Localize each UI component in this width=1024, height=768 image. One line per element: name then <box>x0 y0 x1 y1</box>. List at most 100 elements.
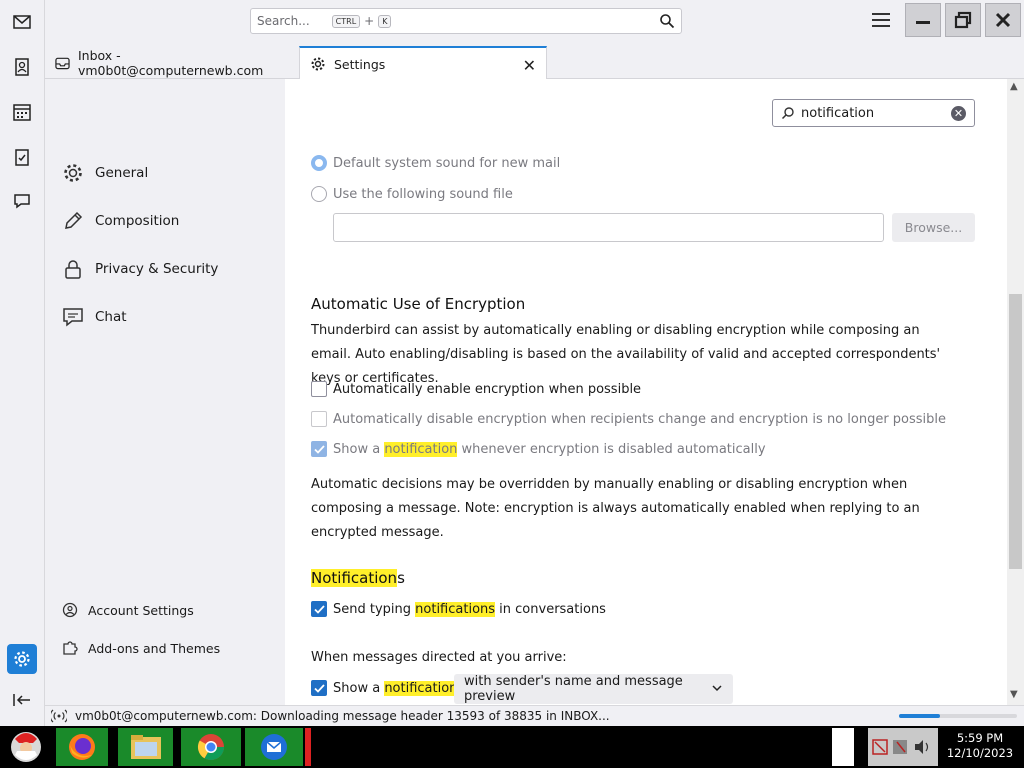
encryption-notification-checkbox[interactable]: Show a notification whenever encryption … <box>311 441 766 457</box>
status-bar: vm0b0t@computernewb.com: Downloading mes… <box>45 705 1024 726</box>
enable-encryption-checkbox[interactable]: Automatically enable encryption when pos… <box>311 381 641 397</box>
sidebar-item-general[interactable]: General <box>61 161 148 185</box>
settings-search-value: notification <box>801 105 875 121</box>
collapse-toolbar-icon[interactable] <box>12 693 32 711</box>
vertical-scrollbar[interactable]: ▲ ▼ <box>1007 79 1024 705</box>
encryption-heading: Automatic Use of Encryption <box>311 295 526 313</box>
checkbox-disabled <box>311 411 327 427</box>
chevron-down-icon <box>712 685 722 692</box>
disable-encryption-label: Automatically disable encryption when re… <box>333 411 947 427</box>
settings-search-input[interactable]: notification ✕ <box>772 99 975 127</box>
default-sound-radio[interactable]: Default system sound for new mail <box>311 155 560 171</box>
search-icon <box>781 107 794 120</box>
spaces-toolbar <box>0 0 45 726</box>
online-status-icon[interactable] <box>51 709 67 723</box>
sound-file-input[interactable] <box>333 213 884 242</box>
close-tab-icon[interactable]: ✕ <box>523 56 536 75</box>
minimize-button[interactable] <box>905 3 941 37</box>
taskbar-chrome[interactable] <box>181 728 241 766</box>
addons-themes-label: Add-ons and Themes <box>88 640 221 656</box>
taskbar-thunderbird[interactable] <box>245 728 303 766</box>
mail-icon[interactable] <box>11 11 33 33</box>
encryption-note: Automatic decisions may be overridden by… <box>311 477 920 540</box>
typing-suffix: in conversations <box>495 601 606 617</box>
close-window-button[interactable] <box>985 3 1021 37</box>
gear-icon <box>311 57 325 71</box>
sidebar-item-privacy-security[interactable]: Privacy & Security <box>61 257 218 281</box>
global-search-input[interactable]: Search... CTRL + K <box>250 8 682 34</box>
taskbar-file-explorer[interactable] <box>118 728 173 766</box>
sidebar-item-composition[interactable]: Composition <box>61 209 179 233</box>
show-prefix: Show a <box>333 680 385 696</box>
heading-highlight: Notification <box>311 569 398 587</box>
pencil-icon <box>61 209 85 233</box>
tab-settings[interactable]: Settings ✕ <box>299 46 547 80</box>
enable-encryption-label: Automatically enable encryption when pos… <box>333 381 642 397</box>
radio-selected <box>311 155 327 171</box>
show-prefix: Show a <box>333 441 385 457</box>
download-progress-bar <box>899 714 1017 718</box>
scroll-up-icon[interactable]: ▲ <box>1010 81 1018 92</box>
gear-icon <box>61 161 85 185</box>
title-bar: Search... CTRL + K <box>0 0 1024 42</box>
shortcut-k-key: K <box>378 14 392 28</box>
show-desktop-button[interactable] <box>832 728 854 766</box>
settings-sidebar: General Composition Privacy & Security C… <box>45 79 285 705</box>
checkbox-checked-disabled <box>311 441 327 457</box>
checkbox-checked <box>311 680 327 696</box>
notification-content-dropdown[interactable]: with sender's name and message preview <box>454 674 733 704</box>
sidebar-item-label: Composition <box>95 213 180 229</box>
disable-encryption-checkbox[interactable]: Automatically disable encryption when re… <box>311 411 946 427</box>
typing-prefix: Send typing <box>333 601 416 617</box>
address-book-icon[interactable] <box>11 56 33 78</box>
tab-inbox-label: Inbox - vm0b0t@computernewb.com <box>77 47 264 78</box>
addons-themes-link[interactable]: Add-ons and Themes <box>61 639 220 657</box>
settings-space-icon[interactable] <box>7 644 37 674</box>
use-sound-file-label: Use the following sound file <box>333 186 513 202</box>
settings-content: notification ✕ Default system sound for … <box>285 79 1007 705</box>
restore-button[interactable] <box>945 3 981 37</box>
start-button[interactable] <box>4 728 48 766</box>
browse-button[interactable]: Browse... <box>892 213 975 242</box>
search-placeholder: Search... <box>257 14 310 28</box>
calendar-icon[interactable] <box>11 101 33 123</box>
typing-notifications-checkbox[interactable]: Send typing notifications in conversatio… <box>311 601 606 617</box>
use-sound-file-radio[interactable]: Use the following sound file <box>311 186 513 202</box>
tab-strip: Inbox - vm0b0t@computernewb.com Settings… <box>45 46 1024 80</box>
checkbox-checked <box>311 601 327 617</box>
checkbox-unchecked <box>311 381 327 397</box>
taskbar-firefox[interactable] <box>56 728 108 766</box>
clock-time: 5:59 PM <box>956 731 1004 745</box>
os-taskbar: 5:59 PM 12/10/2023 <box>0 726 1024 768</box>
sidebar-item-chat[interactable]: Chat <box>61 305 127 329</box>
scrollbar-thumb[interactable] <box>1009 294 1022 569</box>
tab-inbox[interactable]: Inbox - vm0b0t@computernewb.com <box>45 46 295 79</box>
clear-search-icon[interactable]: ✕ <box>951 106 966 121</box>
highlight-notification: notification <box>384 441 458 457</box>
shortcut-plus: + <box>364 14 375 28</box>
lock-icon <box>61 257 85 281</box>
account-settings-link[interactable]: Account Settings <box>61 601 194 619</box>
inbox-icon <box>55 57 70 69</box>
show-suffix: whenever encryption is disabled automati… <box>457 441 766 457</box>
dropdown-value: with sender's name and message preview <box>464 674 683 704</box>
search-icon[interactable] <box>659 13 675 29</box>
when-messages-label: When messages directed at you arrive: <box>311 650 567 665</box>
taskbar-clock[interactable]: 5:59 PM 12/10/2023 <box>940 731 1020 761</box>
chat-space-icon[interactable] <box>11 190 33 212</box>
account-settings-label: Account Settings <box>88 602 194 618</box>
chat-icon <box>61 305 85 329</box>
taskbar-divider <box>305 728 311 766</box>
scroll-down-icon[interactable]: ▼ <box>1010 689 1018 700</box>
account-gear-icon <box>62 602 78 618</box>
tasks-icon[interactable] <box>11 146 33 168</box>
show-notification-checkbox[interactable]: Show a notification : <box>311 680 462 696</box>
clock-date: 12/10/2023 <box>946 746 1014 760</box>
shortcut-ctrl-key: CTRL <box>331 14 361 28</box>
system-tray[interactable] <box>868 728 938 766</box>
sidebar-item-label: Chat <box>95 309 127 325</box>
puzzle-icon <box>63 641 78 655</box>
sidebar-item-label: Privacy & Security <box>95 261 219 277</box>
radio-unselected <box>311 186 327 202</box>
app-menu-icon[interactable] <box>872 13 890 29</box>
